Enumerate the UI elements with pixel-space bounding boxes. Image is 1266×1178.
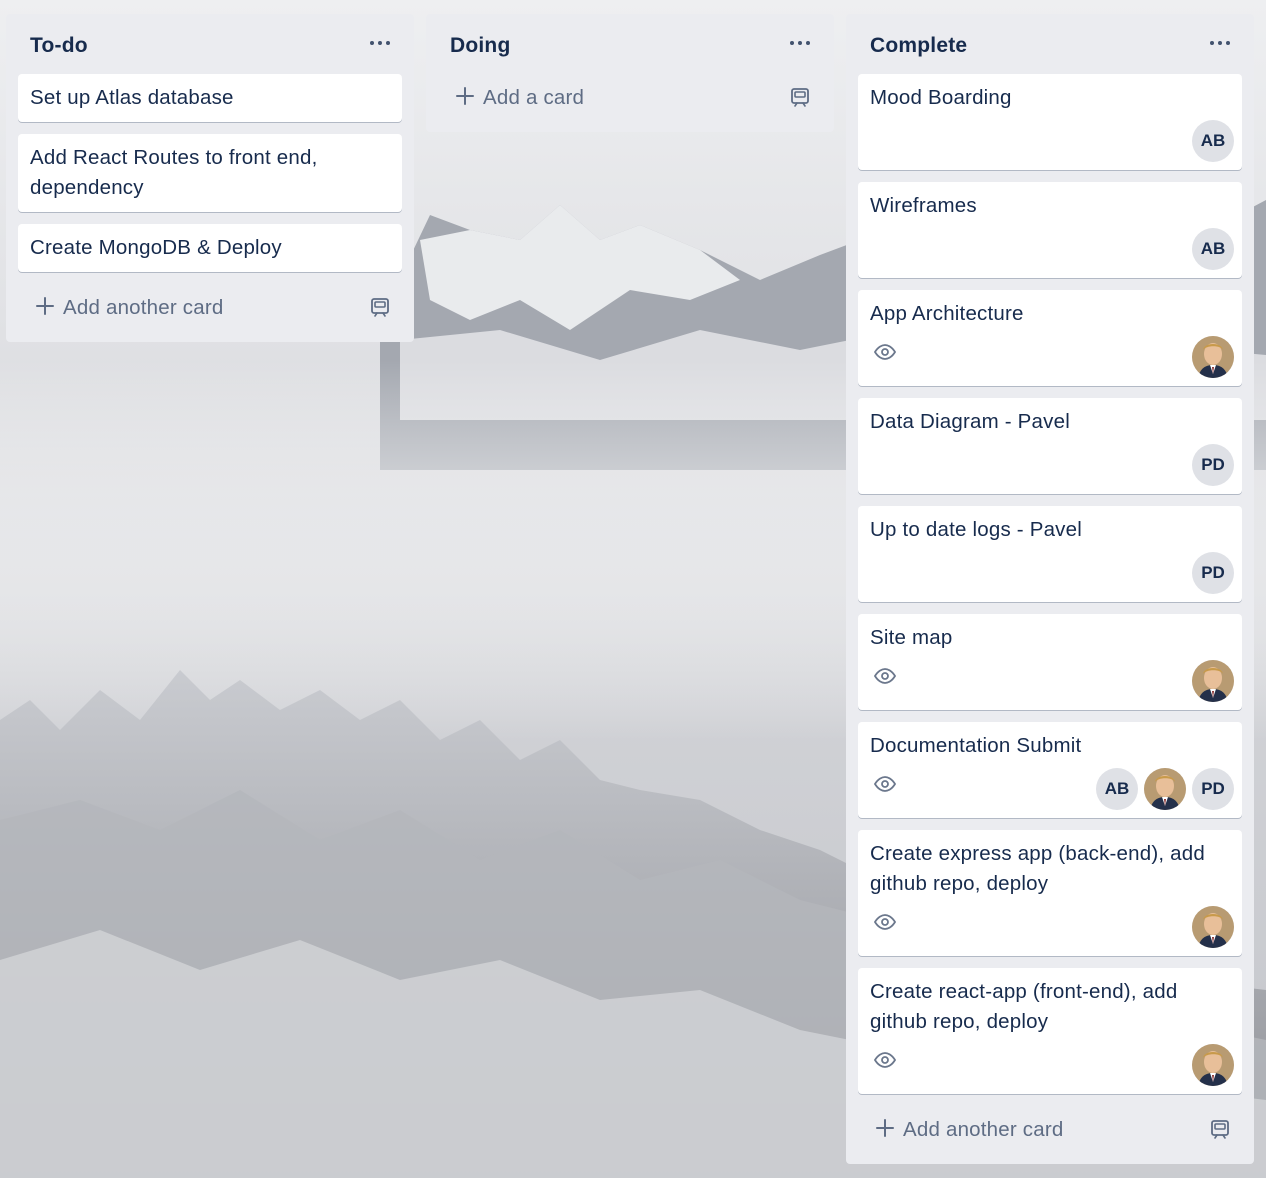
person-photo-icon	[1192, 336, 1234, 378]
member-avatar-ab[interactable]: AB	[1192, 228, 1234, 270]
list-to-do: To-do Set up Atlas database Add React Ro…	[6, 14, 414, 342]
member-photo-avatar[interactable]	[1192, 1044, 1234, 1086]
card-title: Up to date logs - Pavel	[870, 518, 1082, 541]
card-template-icon[interactable]	[1210, 1119, 1230, 1139]
person-photo-icon	[1192, 1044, 1234, 1086]
list-title[interactable]: Complete	[870, 34, 967, 58]
person-photo-icon	[1144, 768, 1186, 810]
card-create-mongodb[interactable]: Create MongoDB & Deploy	[18, 224, 402, 272]
list-complete: Complete Mood Boarding AB Wireframes AB …	[846, 14, 1254, 1164]
card-template-icon[interactable]	[790, 87, 810, 107]
person-photo-icon	[1192, 660, 1234, 702]
member-avatar-ab[interactable]: AB	[1096, 768, 1138, 810]
watching-eye-icon	[874, 344, 896, 360]
list-menu-ellipsis-icon[interactable]	[370, 38, 394, 50]
watching-eye-icon	[874, 914, 896, 930]
card-title: Add React Routes to front end, dependenc…	[30, 146, 318, 199]
card-title: Create react-app (front-end), add github…	[870, 980, 1178, 1033]
member-photo-avatar[interactable]	[1144, 768, 1186, 810]
card-mood-boarding[interactable]: Mood Boarding AB	[858, 74, 1242, 170]
card-members: PD	[1192, 444, 1234, 486]
add-card-label: Add another card	[903, 1118, 1064, 1141]
member-photo-avatar[interactable]	[1192, 906, 1234, 948]
card-template-icon[interactable]	[370, 297, 390, 317]
card-members: PD	[1192, 552, 1234, 594]
card-members	[1192, 906, 1234, 948]
card-documentation-submit[interactable]: Documentation Submit AB PD	[858, 722, 1242, 818]
card-title: Data Diagram - Pavel	[870, 410, 1070, 433]
member-photo-avatar[interactable]	[1192, 660, 1234, 702]
watching-eye-icon	[874, 668, 896, 684]
list-header: To-do	[6, 14, 414, 72]
card-title: Create MongoDB & Deploy	[30, 236, 282, 259]
list-menu-ellipsis-icon[interactable]	[790, 38, 814, 50]
card-add-react-routes[interactable]: Add React Routes to front end, dependenc…	[18, 134, 402, 212]
list-menu-ellipsis-icon[interactable]	[1210, 38, 1234, 50]
card-members: AB PD	[1096, 768, 1234, 810]
card-set-up-atlas[interactable]: Set up Atlas database	[18, 74, 402, 122]
card-app-architecture[interactable]: App Architecture	[858, 290, 1242, 386]
member-photo-avatar[interactable]	[1192, 336, 1234, 378]
card-up-to-date-logs[interactable]: Up to date logs - Pavel PD	[858, 506, 1242, 602]
person-photo-icon	[1192, 906, 1234, 948]
member-avatar-ab[interactable]: AB	[1192, 120, 1234, 162]
list-title[interactable]: Doing	[450, 34, 510, 58]
card-create-express-app[interactable]: Create express app (back-end), add githu…	[858, 830, 1242, 956]
card-title: Wireframes	[870, 194, 977, 217]
add-card-label: Add a card	[483, 86, 585, 109]
card-members	[1192, 1044, 1234, 1086]
watching-eye-icon	[874, 776, 896, 792]
list-title[interactable]: To-do	[30, 34, 88, 58]
plus-icon	[456, 87, 474, 105]
plus-icon	[36, 297, 54, 315]
add-another-card-button[interactable]: Add another card	[858, 1108, 1242, 1152]
card-site-map[interactable]: Site map	[858, 614, 1242, 710]
add-a-card-button[interactable]: Add a card	[438, 76, 822, 120]
card-members	[1192, 660, 1234, 702]
card-create-react-app[interactable]: Create react-app (front-end), add github…	[858, 968, 1242, 1094]
add-card-label: Add another card	[63, 296, 224, 319]
card-wireframes[interactable]: Wireframes AB	[858, 182, 1242, 278]
card-members: AB	[1192, 120, 1234, 162]
watching-eye-icon	[874, 1052, 896, 1068]
card-title: App Architecture	[870, 302, 1024, 325]
card-title: Set up Atlas database	[30, 86, 234, 109]
card-title: Mood Boarding	[870, 86, 1012, 109]
list-doing: Doing Add a card	[426, 14, 834, 132]
card-title: Documentation Submit	[870, 734, 1082, 757]
member-avatar-pd[interactable]: PD	[1192, 444, 1234, 486]
card-members: AB	[1192, 228, 1234, 270]
card-title: Create express app (back-end), add githu…	[870, 842, 1205, 895]
list-header: Complete	[846, 14, 1254, 72]
card-data-diagram[interactable]: Data Diagram - Pavel PD	[858, 398, 1242, 494]
member-avatar-pd[interactable]: PD	[1192, 552, 1234, 594]
board: To-do Set up Atlas database Add React Ro…	[0, 0, 1266, 1178]
member-avatar-pd[interactable]: PD	[1192, 768, 1234, 810]
card-members	[1192, 336, 1234, 378]
add-another-card-button[interactable]: Add another card	[18, 286, 402, 330]
plus-icon	[876, 1119, 894, 1137]
card-title: Site map	[870, 626, 953, 649]
list-header: Doing	[426, 14, 834, 72]
